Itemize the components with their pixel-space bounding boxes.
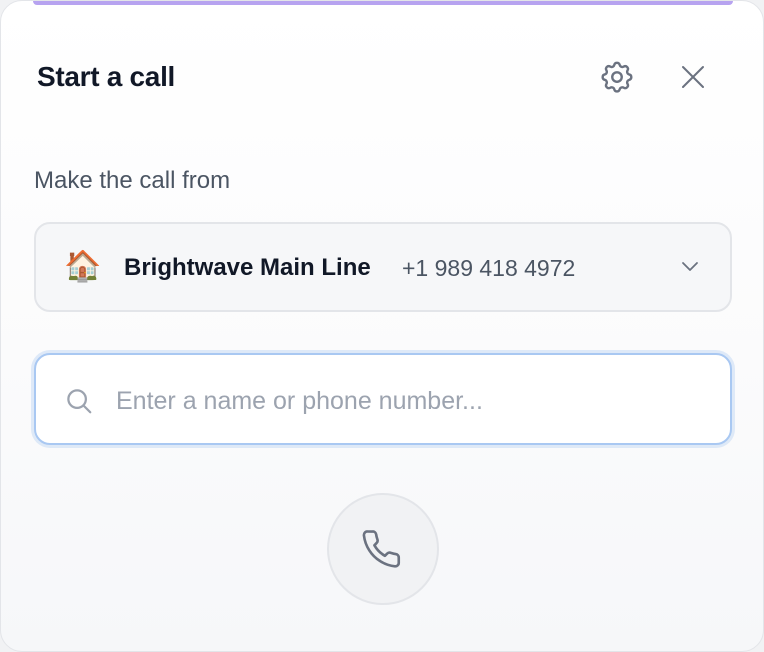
call-from-label: Make the call from: [34, 167, 231, 194]
close-icon: [682, 66, 704, 88]
accent-bar: [33, 1, 733, 5]
chevron-down-icon: [682, 262, 698, 271]
phone-icon: [362, 530, 401, 568]
search-field[interactable]: [34, 353, 732, 445]
call-button[interactable]: [327, 493, 439, 605]
search-input[interactable]: [114, 375, 708, 427]
caller-line-dropdown[interactable]: 🏠 Brightwave Main Line +1 989 418 4972: [34, 222, 732, 312]
gear-icon: [601, 61, 633, 93]
settings-button[interactable]: [595, 55, 639, 99]
line-number: +1 989 418 4972: [402, 255, 576, 281]
close-button[interactable]: [671, 55, 715, 99]
dialog-title: Start a call: [37, 61, 176, 92]
house-icon: 🏠: [64, 250, 102, 283]
search-icon: [67, 389, 92, 414]
line-name: Brightwave Main Line: [124, 254, 371, 281]
start-call-dialog: Start a call Make the call from 🏠 Bright…: [0, 0, 764, 652]
